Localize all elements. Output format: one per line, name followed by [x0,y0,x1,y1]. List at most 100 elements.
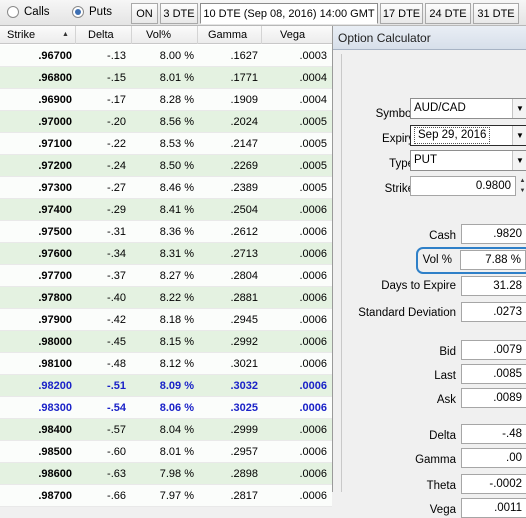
delta-cell: -.20 [107,116,126,128]
chevron-down-icon[interactable]: ▼ [512,151,526,170]
table-row[interactable]: .97600 -.34 8.31 % .2713 .0006 [0,243,332,265]
table-row[interactable]: .97700 -.37 8.27 % .2804 .0006 [0,265,332,287]
vol-cell: 8.22 % [159,292,194,304]
delta-cell: -.31 [107,226,126,238]
delta-cell: -.66 [107,490,126,502]
table-row[interactable]: .98700 -.66 7.97 % .2817 .0006 [0,485,332,507]
gamma-cell: .2957 [230,446,258,458]
strike-cell: .98200 [38,380,72,392]
column-header-vol[interactable]: Vol% [132,26,198,44]
table-row[interactable]: .97500 -.31 8.36 % .2612 .0006 [0,221,332,243]
column-header-vega[interactable]: Vega [262,26,332,44]
vol-cell: 8.27 % [159,270,194,282]
table-row[interactable]: .97300 -.27 8.46 % .2389 .0005 [0,177,332,199]
gamma-cell: .2389 [230,182,258,194]
cash-label: Cash [429,230,456,242]
gamma-cell: .1771 [230,72,258,84]
table-row[interactable]: .97000 -.20 8.56 % .2024 .0005 [0,111,332,133]
table-row[interactable]: .97800 -.40 8.22 % .2881 .0006 [0,287,332,309]
delta-cell: -.37 [107,270,126,282]
strike-label: Strike [384,183,414,195]
table-row[interactable]: .97900 -.42 8.18 % .2945 .0006 [0,309,332,331]
gamma-cell: .2713 [230,248,258,260]
option-calculator-panel: Option Calculator Symbol AUD/CAD ▼ Expir… [332,26,526,518]
vol-cell: 7.98 % [159,468,194,480]
symbol-select[interactable]: AUD/CAD ▼ [410,98,526,119]
strike-cell: .97800 [38,292,72,304]
option-chain-table: Strike ▲ Delta Vol% Gamma Vega .96700 -.1… [0,26,332,507]
gamma-cell: .2999 [230,424,258,436]
vol-cell: 8.09 % [159,380,194,392]
table-row[interactable]: .98600 -.63 7.98 % .2898 .0006 [0,463,332,485]
type-label: Type [389,158,414,170]
puts-radio-icon[interactable] [72,6,84,18]
column-header-delta[interactable]: Delta [76,26,132,44]
expiry-label: Expiry [382,133,414,145]
tab-24-dte[interactable]: 24 DTE [425,3,471,24]
table-row[interactable]: .98000 -.45 8.15 % .2992 .0006 [0,331,332,353]
table-row[interactable]: .96900 -.17 8.28 % .1909 .0004 [0,89,332,111]
tab-31-dte[interactable]: 31 DTE [473,3,519,24]
column-header-strike[interactable]: Strike ▲ [0,26,76,44]
table-row[interactable]: .96700 -.13 8.00 % .1627 .0003 [0,45,332,67]
table-row[interactable]: .96800 -.15 8.01 % .1771 .0004 [0,67,332,89]
vega-cell: .0006 [299,358,327,370]
tab-on[interactable]: ON [131,3,158,24]
gamma-cell: .2147 [230,138,258,150]
table-header: Strike ▲ Delta Vol% Gamma Vega [0,26,332,44]
gamma-cell: .2945 [230,314,258,326]
table-row[interactable]: .97400 -.29 8.41 % .2504 .0006 [0,199,332,221]
delta-cell: -.60 [107,446,126,458]
vega-cell: .0006 [299,248,327,260]
gamma-cell: .3021 [230,358,258,370]
chevron-down-icon[interactable]: ▼ [512,126,526,145]
delta-label: Delta [429,430,456,442]
table-row[interactable]: .98400 -.57 8.04 % .2999 .0006 [0,419,332,441]
vol-label: Vol % [422,254,452,266]
chevron-down-icon[interactable]: ▼ [512,99,526,118]
table-row[interactable]: .98300 -.54 8.06 % .3025 .0006 [0,397,332,419]
table-row[interactable]: .98200 -.51 8.09 % .3032 .0006 [0,375,332,397]
calculator-body: Symbol AUD/CAD ▼ Expiry Sep 29, 2016 ▼ T… [341,54,526,518]
calls-radio-icon[interactable] [7,6,19,18]
expiry-select[interactable]: Sep 29, 2016 ▼ [410,125,526,146]
vega-label: Vega [429,504,456,516]
table-row[interactable]: .98500 -.60 8.01 % .2957 .0006 [0,441,332,463]
tab-17-dte[interactable]: 17 DTE [380,3,423,24]
vega-cell: .0006 [299,204,327,216]
tab-10-dte[interactable]: 10 DTE (Sep 08, 2016) 14:00 GMT [200,3,378,24]
vega-cell: .0003 [299,50,327,62]
table-row[interactable]: .97100 -.22 8.53 % .2147 .0005 [0,133,332,155]
calls-radio-option[interactable]: Calls [7,6,50,18]
vol-cell: 8.36 % [159,226,194,238]
gamma-cell: .2024 [230,116,258,128]
strike-input[interactable]: 0.9800 [410,176,516,196]
gamma-cell: .1909 [230,94,258,106]
spin-up-icon[interactable]: ▲ [517,176,526,186]
column-header-gamma[interactable]: Gamma [198,26,262,44]
theta-field: -.0002 [461,474,526,494]
type-value: PUT [414,154,437,166]
puts-radio-option[interactable]: Puts [72,6,112,18]
vol-cell: 8.00 % [159,50,194,62]
gamma-cell: .2804 [230,270,258,282]
type-select[interactable]: PUT ▼ [410,150,526,171]
strike-cell: .97200 [38,160,72,172]
tab-3-dte[interactable]: 3 DTE [160,3,198,24]
vega-field: .0011 [461,498,526,518]
calls-label: Calls [24,6,50,18]
vega-cell: .0004 [299,72,327,84]
delta-cell: -.40 [107,292,126,304]
vol-input[interactable]: 7.88 % [460,250,526,270]
table-row[interactable]: .97200 -.24 8.50 % .2269 .0005 [0,155,332,177]
table-row[interactable]: .98100 -.48 8.12 % .3021 .0006 [0,353,332,375]
strike-stepper[interactable]: ▲ ▼ [517,176,526,196]
vega-cell: .0005 [299,182,327,194]
spin-down-icon[interactable]: ▼ [517,186,526,196]
vol-cell: 8.56 % [159,116,194,128]
strike-cell: .97100 [38,138,72,150]
delta-cell: -.42 [107,314,126,326]
delta-cell: -.34 [107,248,126,260]
strike-cell: .97700 [38,270,72,282]
strike-cell: .97900 [38,314,72,326]
